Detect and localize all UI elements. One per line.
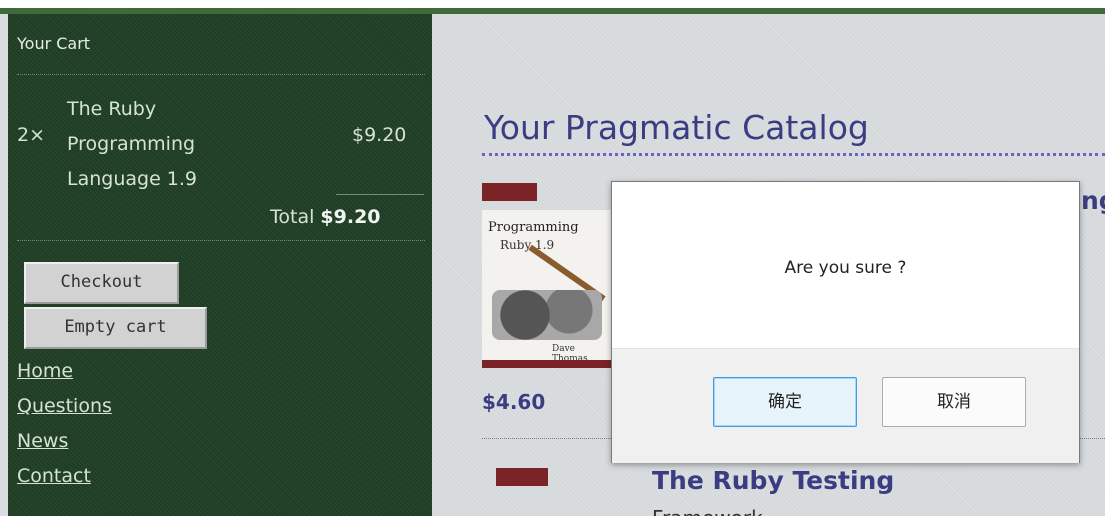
total-value: $9.20 (320, 206, 381, 228)
title-divider (482, 153, 1105, 156)
dialog-message: Are you sure ? (784, 258, 907, 278)
product-title-2[interactable]: The Ruby Testing (652, 466, 894, 495)
ok-button[interactable]: 确定 (713, 377, 857, 427)
product-price: $4.60 (482, 390, 546, 414)
cart-title: Your Cart (17, 34, 91, 53)
rocks-illustration (492, 290, 602, 340)
cover-subtitle: Ruby 1.9 (500, 238, 555, 252)
nav-link-questions[interactable]: Questions (17, 395, 112, 417)
product-badge-2 (496, 468, 548, 486)
cancel-button[interactable]: 取消 (882, 377, 1026, 427)
nav-link-home[interactable]: Home (17, 360, 73, 382)
dialog-footer: 确定 取消 (612, 348, 1079, 463)
empty-cart-button[interactable]: Empty cart (24, 307, 207, 349)
top-border (0, 0, 1105, 14)
product-subtitle-2: Framework (652, 506, 763, 516)
cart-item-price: $9.20 (352, 124, 407, 146)
page-title: Your Pragmatic Catalog (484, 108, 869, 147)
cover-title: Programming (488, 220, 579, 235)
cover-band (482, 360, 612, 368)
total-divider (336, 194, 424, 195)
cart-total: Total $9.20 (270, 206, 381, 228)
nav-link-contact[interactable]: Contact (17, 465, 91, 487)
cart-item-title: The Ruby Programming Language 1.9 (67, 98, 198, 190)
nav-link-news[interactable]: News (17, 430, 68, 452)
product-cover-image[interactable]: Programming Ruby 1.9 Dave Thomas (482, 210, 612, 368)
cart-item-quantity: 2× (17, 124, 46, 146)
product-title-fragment: ng (1081, 186, 1105, 215)
product-badge (482, 183, 537, 201)
confirm-dialog: Are you sure ? 确定 取消 (611, 181, 1080, 463)
cart-divider-bottom (17, 240, 425, 241)
total-label: Total (270, 206, 315, 228)
cart-divider (17, 74, 425, 75)
checkout-button[interactable]: Checkout (24, 262, 179, 304)
